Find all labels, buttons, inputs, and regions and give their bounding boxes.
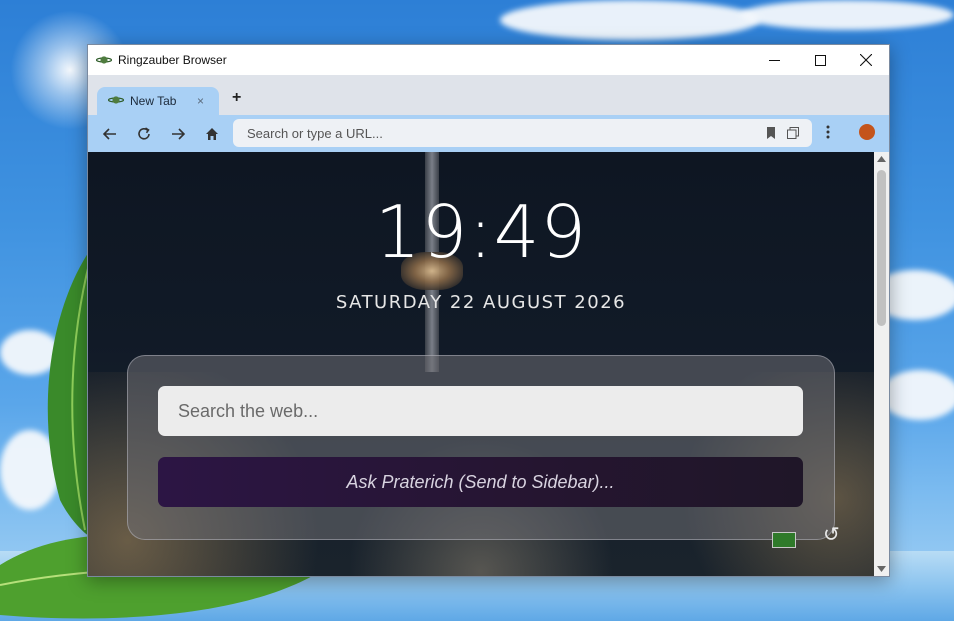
home-button[interactable] <box>202 124 222 144</box>
planet-icon <box>96 56 112 64</box>
scroll-down-icon[interactable] <box>877 566 886 572</box>
widget-icon[interactable] <box>772 532 796 548</box>
back-button[interactable] <box>100 124 120 144</box>
arrow-right-icon <box>172 128 185 140</box>
window-title: Ringzauber Browser <box>118 53 227 67</box>
close-icon <box>860 54 872 66</box>
tab-label: New Tab <box>130 94 177 108</box>
ask-praterich-button[interactable]: Ask Praterich (Send to Sidebar)... <box>158 457 803 507</box>
tab-new-tab[interactable]: New Tab × <box>97 87 219 115</box>
title-bar: Ringzauber Browser <box>88 45 889 75</box>
refresh-background-icon[interactable]: ↺ <box>823 522 845 546</box>
navigation-toolbar: Search or type a URL... <box>88 115 889 152</box>
new-tab-page: 19:49 SATURDAY 22 AUGUST 2026 Ask Prater… <box>88 152 874 576</box>
search-panel: Ask Praterich (Send to Sidebar)... <box>127 355 835 540</box>
tab-strip: New Tab × + <box>88 75 889 115</box>
address-bar-placeholder: Search or type a URL... <box>247 126 383 141</box>
profile-avatar[interactable] <box>859 124 875 140</box>
cloud <box>880 370 954 420</box>
planet-icon <box>108 96 124 104</box>
forward-button[interactable] <box>168 124 188 144</box>
reload-icon <box>138 127 150 140</box>
minimize-button[interactable] <box>751 45 797 75</box>
page-scrollbar[interactable] <box>874 152 889 576</box>
browser-window: Ringzauber Browser New Tab × + Search or… <box>87 44 890 577</box>
address-bar[interactable]: Search or type a URL... <box>233 119 812 147</box>
close-window-button[interactable] <box>843 45 889 75</box>
clock-time: 19:49 <box>374 190 588 274</box>
maximize-icon <box>814 54 826 66</box>
extensions-icon[interactable] <box>787 127 799 139</box>
home-icon <box>206 128 218 140</box>
scrollbar-thumb[interactable] <box>877 170 886 326</box>
scroll-up-icon[interactable] <box>877 156 886 162</box>
reload-button[interactable] <box>134 124 154 144</box>
new-tab-button[interactable]: + <box>232 89 241 107</box>
cloud <box>740 0 954 30</box>
kebab-menu-icon[interactable] <box>826 125 830 139</box>
arrow-left-icon <box>103 128 116 140</box>
web-search-input[interactable] <box>158 386 803 436</box>
minimize-icon <box>768 59 780 61</box>
bookmark-icon[interactable] <box>766 127 776 139</box>
tab-close-button[interactable]: × <box>197 94 204 108</box>
clock-date: SATURDAY 22 AUGUST 2026 <box>335 292 627 313</box>
maximize-button[interactable] <box>797 45 843 75</box>
cloud <box>500 0 760 40</box>
